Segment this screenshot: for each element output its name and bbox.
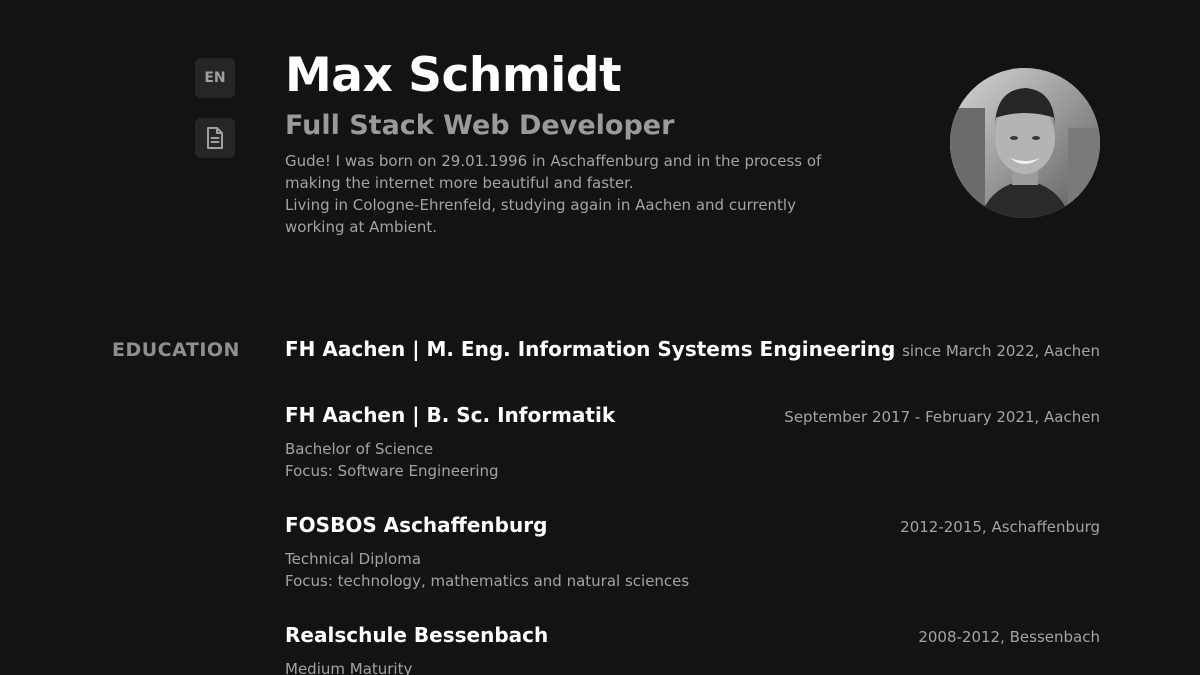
language-switch-label: EN xyxy=(204,70,226,86)
education-entry: FH Aachen | B. Sc. Informatik September … xyxy=(285,402,1100,482)
education-entry-title: FH Aachen | B. Sc. Informatik xyxy=(285,403,616,427)
education-entry-line: Focus: Software Engineering xyxy=(285,462,499,480)
education-entry: FOSBOS Aschaffenburg 2012-2015, Aschaffe… xyxy=(285,512,1100,592)
education-entry-description: Medium Maturity xyxy=(285,658,1100,675)
avatar-photo xyxy=(950,68,1100,218)
education-entry-title: FH Aachen | M. Eng. Information Systems … xyxy=(285,337,896,361)
document-icon xyxy=(207,127,223,149)
education-entry-description: Technical Diploma Focus: technology, mat… xyxy=(285,548,1100,592)
education-entry-line: Focus: technology, mathematics and natur… xyxy=(285,572,690,590)
bio-line: Gude! I was born on 29.01.1996 in Aschaf… xyxy=(285,152,822,192)
profile-name: Max Schmidt xyxy=(285,48,622,103)
education-section-title: EDUCATION xyxy=(112,339,240,361)
education-entry: FH Aachen | M. Eng. Information Systems … xyxy=(285,336,1100,362)
avatar xyxy=(950,68,1100,218)
education-entry-meta: 2008-2012, Bessenbach xyxy=(918,628,1100,646)
education-entry-description: Bachelor of Science Focus: Software Engi… xyxy=(285,438,1100,482)
education-entry-meta: 2012-2015, Aschaffenburg xyxy=(900,518,1100,536)
education-entry-line: Technical Diploma xyxy=(285,550,422,568)
cv-download-button[interactable] xyxy=(195,118,235,158)
education-entry-line: Medium Maturity xyxy=(285,660,413,675)
profile-role: Full Stack Web Developer xyxy=(285,110,675,141)
bio-line: Living in Cologne-Ehrenfeld, studying ag… xyxy=(285,196,796,236)
profile-bio: Gude! I was born on 29.01.1996 in Aschaf… xyxy=(285,150,845,238)
education-entry-title: FOSBOS Aschaffenburg xyxy=(285,513,548,537)
language-switch-button[interactable]: EN xyxy=(195,58,235,98)
education-entry-line: Bachelor of Science xyxy=(285,440,434,458)
education-entry: Realschule Bessenbach 2008-2012, Bessenb… xyxy=(285,622,1100,675)
page: EN Max Schmidt Full Stack Web Developer … xyxy=(0,0,1200,675)
education-entry-title: Realschule Bessenbach xyxy=(285,623,549,647)
education-entry-meta: September 2017 - February 2021, Aachen xyxy=(784,408,1100,426)
education-entry-meta: since March 2022, Aachen xyxy=(902,342,1100,360)
